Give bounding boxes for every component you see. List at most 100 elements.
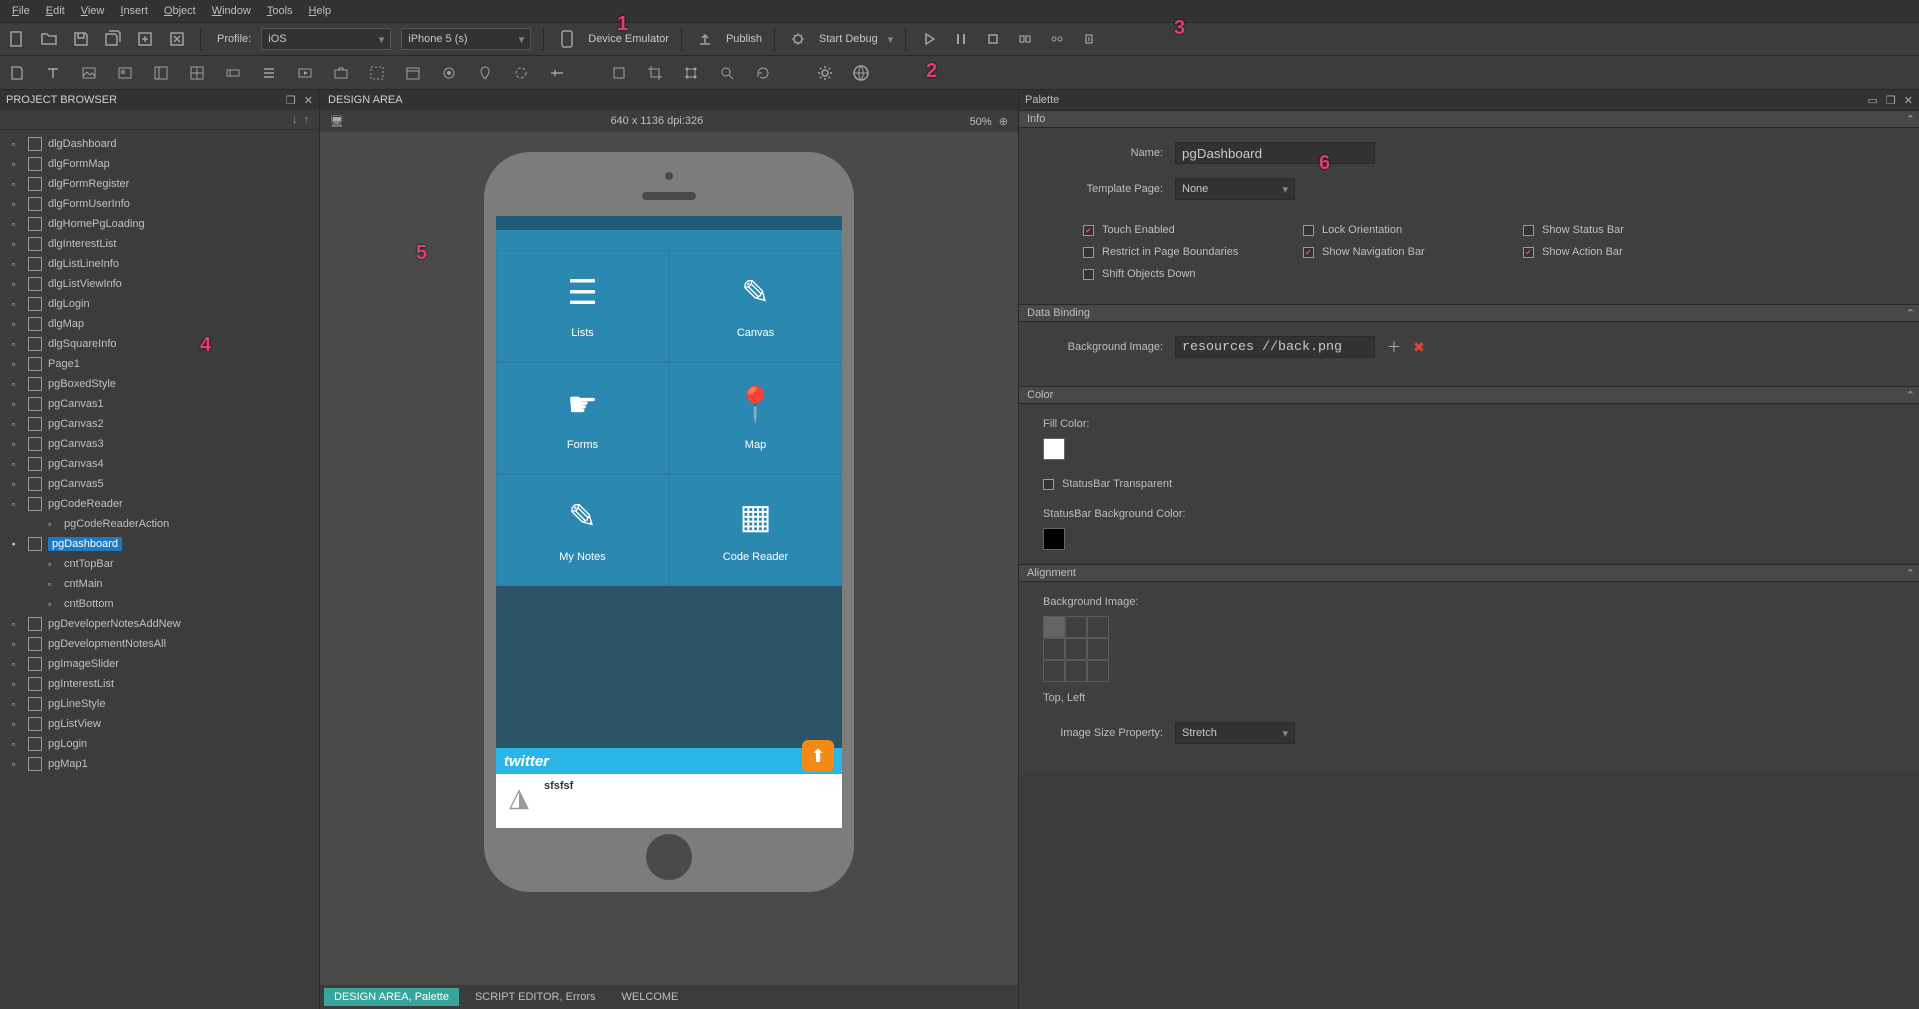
globe-icon[interactable] — [850, 62, 872, 84]
calendar-icon[interactable] — [402, 62, 424, 84]
profile-os-select[interactable]: iOS ▾ — [261, 28, 391, 50]
fill-color-swatch[interactable] — [1043, 438, 1065, 460]
tree-item[interactable]: ▫pgCodeReaderAction — [0, 514, 319, 534]
tree-item[interactable]: ▫pgCanvas5 — [0, 474, 319, 494]
add-icon[interactable]: ＋ — [1387, 337, 1401, 357]
checkbox-row[interactable]: Lock Orientation — [1303, 224, 1483, 236]
expand-icon[interactable]: ▫ — [12, 739, 22, 749]
remove-icon[interactable]: ✖ — [1413, 339, 1425, 356]
crop-icon[interactable] — [644, 62, 666, 84]
align-top-center[interactable] — [1065, 616, 1087, 638]
checkbox-row[interactable]: Show Navigation Bar — [1303, 246, 1483, 258]
align-mid-center[interactable] — [1065, 638, 1087, 660]
palette-close-icon[interactable]: ✕ — [1904, 94, 1913, 107]
align-bot-center[interactable] — [1065, 660, 1087, 682]
menu-window[interactable]: Window — [206, 3, 257, 19]
tree-item[interactable]: ▫dlgFormUserInfo — [0, 194, 319, 214]
template-select[interactable]: None ▾ — [1175, 178, 1295, 200]
input-icon[interactable] — [222, 62, 244, 84]
text-tool-icon[interactable] — [42, 62, 64, 84]
menu-help[interactable]: Help — [303, 3, 338, 19]
tree-item[interactable]: ▫pgCanvas3 — [0, 434, 319, 454]
tree-item[interactable]: ▫dlgMap — [0, 314, 319, 334]
import-icon[interactable] — [166, 28, 188, 50]
alignment-grid[interactable] — [1043, 616, 1895, 682]
expand-icon[interactable]: ▫ — [12, 479, 22, 489]
section-alignment-header[interactable]: Alignment ⌃ — [1019, 564, 1919, 582]
menu-file[interactable]: File — [6, 3, 36, 19]
expand-icon[interactable]: ▫ — [48, 599, 58, 609]
design-canvas[interactable]: ☰Lists✎Canvas☛Forms📍Map✎My Notes▦Code Re… — [320, 132, 1018, 985]
scroll-up-button[interactable]: ⬆ — [802, 740, 834, 772]
expand-icon[interactable]: ▫ — [12, 339, 22, 349]
collapse-icon[interactable]: ⌃ — [1906, 389, 1915, 402]
expand-icon[interactable]: ▫ — [12, 299, 22, 309]
tab-script-editor[interactable]: SCRIPT EDITOR, Errors — [465, 988, 606, 1006]
expand-icon[interactable]: ▫ — [12, 319, 22, 329]
tree-item[interactable]: ▫pgCanvas1 — [0, 394, 319, 414]
expand-icon[interactable]: ▫ — [12, 679, 22, 689]
dashboard-tile[interactable]: ▦Code Reader — [669, 474, 842, 586]
tree-item[interactable]: ▫pgLogin — [0, 734, 319, 754]
tree-item[interactable]: ▫dlgFormMap — [0, 154, 319, 174]
status-bg-swatch[interactable] — [1043, 528, 1065, 550]
save-all-icon[interactable] — [102, 28, 124, 50]
dashboard-tile[interactable]: ☛Forms — [496, 362, 669, 474]
save-icon[interactable] — [70, 28, 92, 50]
checkbox-row[interactable]: Touch Enabled — [1083, 224, 1263, 236]
expand-icon[interactable]: ▫ — [12, 159, 22, 169]
section-color-header[interactable]: Color ⌃ — [1019, 386, 1919, 404]
transform-icon[interactable] — [680, 62, 702, 84]
stop-icon[interactable] — [982, 28, 1004, 50]
align-top-left[interactable] — [1043, 616, 1065, 638]
tab-welcome[interactable]: WELCOME — [612, 988, 689, 1006]
name-input[interactable] — [1175, 142, 1375, 164]
expand-icon[interactable]: ▫ — [48, 519, 58, 529]
new-page-icon[interactable] — [6, 62, 28, 84]
new-file-icon[interactable] — [6, 28, 28, 50]
container-icon[interactable] — [150, 62, 172, 84]
rectangle-icon[interactable] — [608, 62, 630, 84]
refresh-icon[interactable] — [752, 62, 774, 84]
tree-item[interactable]: ▫cntMain — [0, 574, 319, 594]
tree-item[interactable]: ▫pgLineStyle — [0, 694, 319, 714]
zoom-magnify-icon[interactable]: ⊕ — [999, 116, 1008, 128]
expand-icon[interactable]: ▫ — [48, 579, 58, 589]
tree-item[interactable]: ▫dlgHomePgLoading — [0, 214, 319, 234]
dashboard-tile[interactable]: ✎My Notes — [496, 474, 669, 586]
collapse-icon[interactable]: ⌃ — [1906, 113, 1915, 126]
open-folder-icon[interactable] — [38, 28, 60, 50]
align-top-right[interactable] — [1087, 616, 1109, 638]
tree-item[interactable]: ▫pgCodeReader — [0, 494, 319, 514]
tree-item[interactable]: ▫dlgFormRegister — [0, 174, 319, 194]
section-databinding-header[interactable]: Data Binding ⌃ — [1019, 304, 1919, 322]
checkbox-row[interactable]: Shift Objects Down — [1083, 268, 1263, 280]
dashboard-tile[interactable]: ☰Lists — [496, 250, 669, 362]
checkbox-row[interactable]: Show Status Bar — [1523, 224, 1703, 236]
expand-icon[interactable]: ▫ — [12, 219, 22, 229]
tree-item[interactable]: ▫dlgInterestList — [0, 234, 319, 254]
sort-up-icon[interactable]: ↑ — [304, 114, 310, 126]
expand-icon[interactable]: ▫ — [12, 399, 22, 409]
loading-icon[interactable] — [510, 62, 532, 84]
expand-icon[interactable]: ▫ — [12, 279, 22, 289]
tree-item[interactable]: ▫cntBottom — [0, 594, 319, 614]
expand-icon[interactable]: ▫ — [12, 139, 22, 149]
align-mid-right[interactable] — [1087, 638, 1109, 660]
image-tool-icon[interactable] — [78, 62, 100, 84]
tree-item[interactable]: ▪pgDashboard — [0, 534, 319, 554]
upload-icon[interactable] — [694, 28, 716, 50]
panel-restore-icon[interactable]: ❐ — [286, 94, 296, 107]
expand-icon[interactable]: ▫ — [12, 199, 22, 209]
twitter-bar[interactable]: twitter ⬆ — [496, 748, 842, 774]
expand-icon[interactable]: ▫ — [12, 439, 22, 449]
menu-view[interactable]: View — [75, 3, 111, 19]
menu-insert[interactable]: Insert — [114, 3, 154, 19]
step-over-icon[interactable] — [1046, 28, 1068, 50]
tree-item[interactable]: ▫pgImageSlider — [0, 654, 319, 674]
menu-tools[interactable]: Tools — [261, 3, 299, 19]
checkbox-row[interactable]: Restrict in Page Boundaries — [1083, 246, 1263, 258]
tree-item[interactable]: ▫cntTopBar — [0, 554, 319, 574]
expand-icon[interactable]: ▫ — [12, 499, 22, 509]
tree-item[interactable]: ▫dlgListLineInfo — [0, 254, 319, 274]
